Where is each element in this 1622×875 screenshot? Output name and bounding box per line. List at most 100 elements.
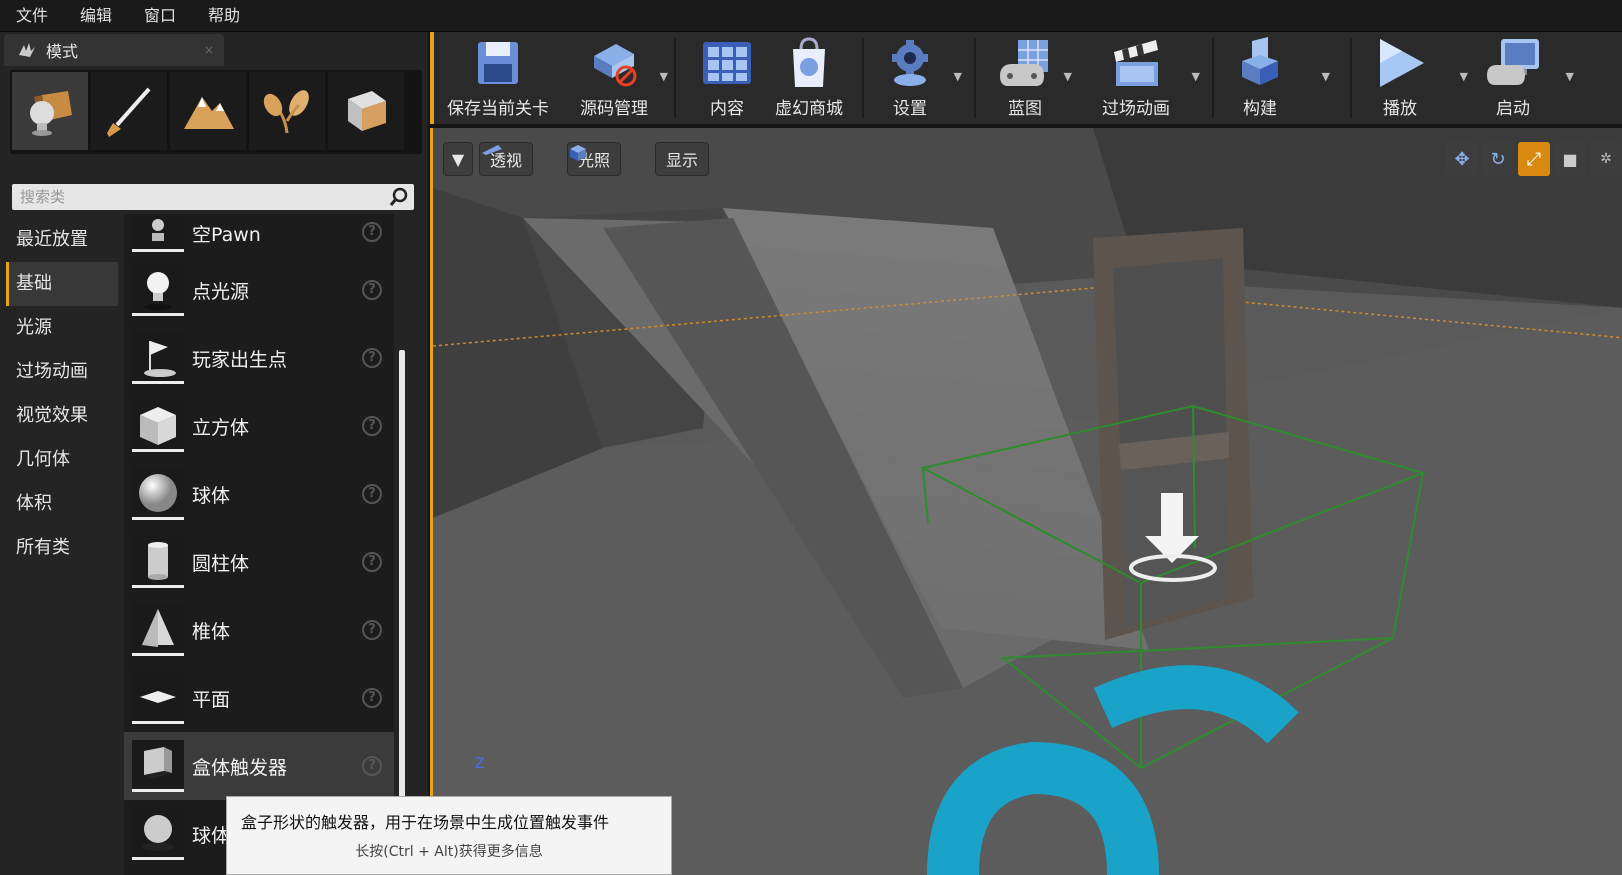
rotate-tool[interactable]: ↻ [1482, 142, 1514, 176]
mesh-paint-mode-icon [348, 91, 386, 131]
mode-selector [10, 70, 422, 154]
search-icon[interactable] [388, 186, 410, 208]
help-icon[interactable]: ? [362, 416, 382, 436]
help-icon[interactable]: ? [362, 222, 382, 242]
help-icon[interactable]: ? [362, 280, 382, 300]
category-recent[interactable]: 最近放置 [6, 218, 118, 262]
help-icon[interactable]: ? [362, 756, 382, 776]
source-control-button[interactable]: 源码管理 ▼ [566, 32, 668, 122]
show-button[interactable]: 显示 [655, 142, 710, 176]
toolbar-divider [1350, 38, 1352, 118]
launch-button[interactable]: 启动 ▼ [1478, 32, 1574, 122]
toolbar-divider [674, 38, 676, 118]
scale-tool[interactable]: ⤢ [1518, 142, 1550, 176]
translate-tool[interactable]: ✥ [1446, 142, 1478, 176]
item-label: 立方体 [192, 416, 250, 439]
help-icon[interactable]: ? [362, 348, 382, 368]
item-label: 椎体 [192, 620, 231, 643]
help-icon[interactable]: ? [362, 484, 382, 504]
surface-snap-tool[interactable]: ■ [1554, 142, 1586, 176]
list-item[interactable]: 点光源 ? [124, 256, 394, 324]
menu-window[interactable]: 窗口 [128, 0, 192, 32]
main-toolbar: 保存当前关卡 源码管理 ▼ 内容 虚幻商城 设置 ▼ 蓝图 ▼ 过场动画 ▼ 构… [430, 32, 1622, 124]
modes-tab[interactable]: 模式 × [4, 34, 224, 66]
list-scrollbar[interactable] [399, 350, 405, 820]
settings-button[interactable]: 设置 ▼ [880, 32, 962, 122]
chevron-down-icon[interactable]: ▼ [660, 70, 668, 83]
item-tooltip: 盒子形状的触发器，用于在场景中生成位置触发事件 长按(Ctrl + Alt)获得… [226, 796, 672, 875]
axis-label-z: Z [475, 756, 485, 772]
snap-tool[interactable]: ✲ [1590, 142, 1622, 176]
cylinder-thumbnail [132, 536, 184, 588]
place-mode-icon [30, 91, 72, 136]
help-icon[interactable]: ? [362, 688, 382, 708]
help-icon[interactable]: ? [362, 620, 382, 640]
cube-thumbnail [132, 400, 184, 452]
list-item[interactable]: 球体 ? [124, 460, 394, 528]
move-arrows-icon: ✥ [1454, 148, 1470, 170]
help-icon[interactable]: ? [362, 552, 382, 572]
marketplace-button[interactable]: 虚幻商城 [770, 32, 848, 122]
chevron-down-icon[interactable]: ▼ [1566, 70, 1574, 83]
category-cinematic[interactable]: 过场动画 [6, 350, 118, 394]
item-label: 玩家出生点 [192, 348, 288, 371]
list-item[interactable]: 平面 ? [124, 664, 394, 732]
category-list: 最近放置 基础 光源 过场动画 视觉效果 几何体 体积 所有类 [6, 218, 118, 570]
viewport-options-button[interactable]: ▼ [443, 142, 473, 176]
item-label: 圆柱体 [192, 552, 250, 575]
plane-thumbnail [132, 672, 184, 724]
place-mode-button[interactable] [12, 72, 88, 150]
blueprints-button[interactable]: 蓝图 ▼ [992, 32, 1072, 122]
list-item[interactable]: 空Pawn ? [124, 214, 394, 260]
item-label: 盒体触发器 [192, 756, 288, 779]
actor-list: 空Pawn ? 点光源 ? 玩家出生点 ? 立方体 ? 球体 ? 圆柱体 ? 椎… [124, 214, 394, 875]
save-level-label: 保存当前关卡 [447, 99, 549, 119]
list-item[interactable]: 圆柱体 ? [124, 528, 394, 596]
play-label: 播放 [1383, 99, 1417, 119]
category-basic[interactable]: 基础 [6, 262, 118, 306]
menu-help[interactable]: 帮助 [192, 0, 256, 32]
list-item-hovered[interactable]: 盒体触发器 ? [124, 732, 394, 800]
level-viewport[interactable]: Z ▼ 透视 光照 显示 ✥ ↻ ⤢ ■ ✲ [430, 128, 1622, 875]
category-lights[interactable]: 光源 [6, 306, 118, 350]
save-icon [478, 42, 518, 84]
play-button[interactable]: 播放 ▼ [1368, 32, 1468, 122]
chevron-down-icon[interactable]: ▼ [954, 70, 962, 83]
marketplace-label: 虚幻商城 [775, 99, 843, 119]
lit-button[interactable]: 光照 [567, 142, 622, 176]
mesh-paint-mode-button[interactable] [328, 72, 404, 150]
category-volumes[interactable]: 体积 [6, 482, 118, 526]
menu-bar: 文件 编辑 窗口 帮助 [0, 0, 1622, 32]
category-visual-effects[interactable]: 视觉效果 [6, 394, 118, 438]
paint-mode-button[interactable] [91, 72, 167, 150]
search-box [12, 184, 414, 210]
menu-edit[interactable]: 编辑 [64, 0, 128, 32]
scene-render: Z [433, 128, 1622, 875]
content-button[interactable]: 内容 [692, 32, 762, 122]
build-button[interactable]: 构建 ▼ [1230, 32, 1330, 122]
marketplace-icon [793, 37, 825, 87]
chevron-down-icon[interactable]: ▼ [1322, 70, 1330, 83]
perspective-button[interactable]: 透视 [479, 142, 534, 176]
foliage-mode-button[interactable] [249, 72, 325, 150]
list-item[interactable]: 立方体 ? [124, 392, 394, 460]
build-label: 构建 [1243, 99, 1277, 119]
settings-label: 设置 [893, 99, 927, 119]
chevron-down-icon[interactable]: ▼ [1064, 70, 1072, 83]
search-input[interactable] [20, 188, 380, 206]
content-icon [703, 42, 751, 84]
category-all-classes[interactable]: 所有类 [6, 526, 118, 570]
cinematics-button[interactable]: 过场动画 ▼ [1086, 32, 1200, 122]
save-level-button[interactable]: 保存当前关卡 [442, 32, 554, 122]
list-item[interactable]: 椎体 ? [124, 596, 394, 664]
close-tab-icon[interactable]: × [204, 43, 214, 57]
chevron-down-icon[interactable]: ▼ [1460, 70, 1468, 83]
landscape-mode-icon [184, 97, 234, 129]
perspective-icon [482, 145, 502, 155]
chevron-down-icon[interactable]: ▼ [1192, 70, 1200, 83]
category-geometry[interactable]: 几何体 [6, 438, 118, 482]
sphere-trigger-thumbnail [132, 808, 184, 860]
list-item[interactable]: 玩家出生点 ? [124, 324, 394, 392]
menu-file[interactable]: 文件 [14, 0, 64, 32]
landscape-mode-button[interactable] [170, 72, 246, 150]
